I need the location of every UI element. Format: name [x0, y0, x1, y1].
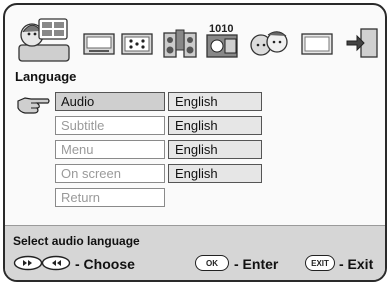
forward-button-icon [13, 255, 43, 271]
parental-faces-icon[interactable] [249, 29, 289, 59]
pointing-hand-icon [17, 97, 50, 114]
language-settings-icon[interactable] [15, 17, 71, 63]
subtitle-language-value[interactable]: English [168, 116, 262, 135]
speakers-icon[interactable] [163, 29, 197, 59]
display-icon[interactable] [301, 33, 333, 57]
osd-menu-frame: 1010 Language Audio English Subtitle Eng… [3, 3, 387, 282]
menu-item-menu[interactable]: Menu [55, 140, 165, 159]
exit-door-icon[interactable] [345, 27, 379, 59]
section-title: Language [15, 69, 77, 84]
settings-toolbar: 1010 [13, 15, 385, 67]
audio-language-value[interactable]: English [168, 92, 262, 111]
menu-item-audio[interactable]: Audio [55, 92, 165, 111]
help-hint: Select audio language [13, 234, 140, 248]
dots-screen-icon[interactable] [121, 33, 153, 57]
menu-item-on-screen[interactable]: On screen [55, 164, 165, 183]
svg-text:1010: 1010 [209, 23, 233, 35]
menu-item-return[interactable]: Return [55, 188, 165, 207]
ok-button-icon: OK [195, 255, 229, 271]
menu-language-value[interactable]: English [168, 140, 262, 159]
exit-button-icon: EXIT [305, 255, 335, 271]
binary-icon[interactable]: 1010 [205, 21, 241, 59]
screen-icon[interactable] [83, 33, 115, 57]
choose-label: - Choose [75, 256, 135, 272]
exit-label: - Exit [339, 256, 374, 272]
help-footer: Select audio language - Choose OK - Ente… [5, 226, 385, 280]
enter-label: - Enter [234, 256, 279, 272]
backward-button-icon [41, 255, 71, 271]
menu-item-subtitle[interactable]: Subtitle [55, 116, 165, 135]
on-screen-language-value[interactable]: English [168, 164, 262, 183]
